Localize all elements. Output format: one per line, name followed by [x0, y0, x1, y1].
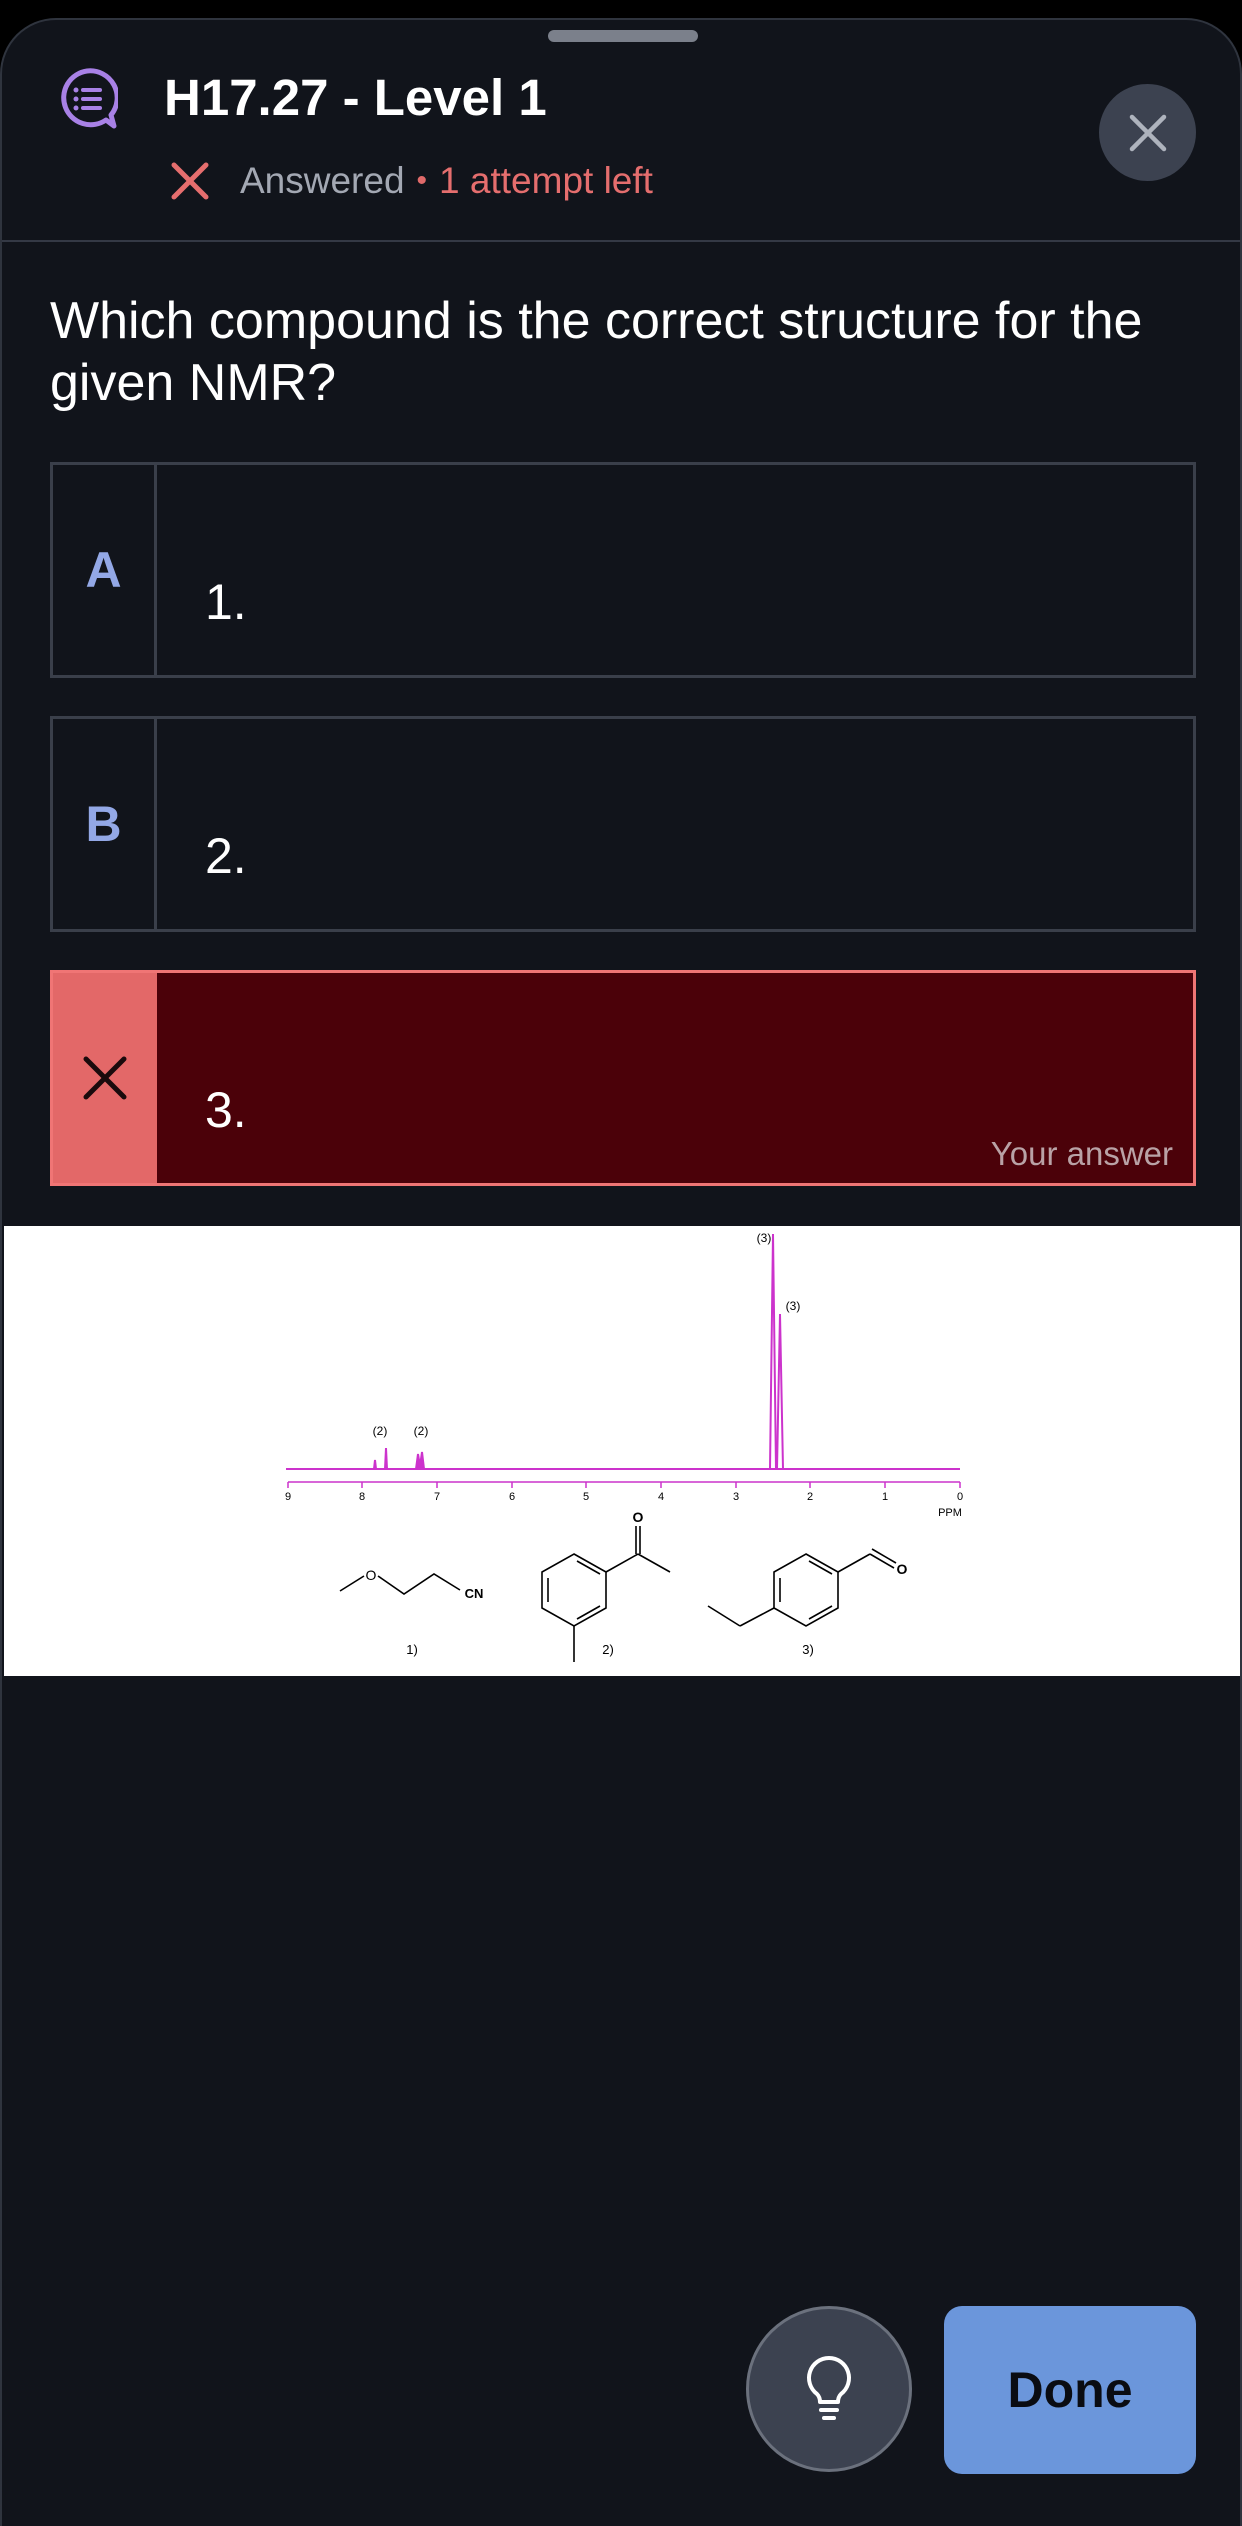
status-separator: •	[416, 164, 428, 197]
x-mark-icon	[83, 1056, 127, 1100]
nmr-spectrum-figure: (2) (2) (3) (3) 9 8 7 6 5 4 3 2 1 0 PPM	[4, 1226, 1240, 1676]
lightbulb-icon	[807, 2356, 851, 2420]
x-tick-label: 0	[957, 1491, 963, 1503]
option-text: 2.	[205, 828, 247, 884]
structure-1	[339, 1573, 461, 1595]
x-tick-label: 5	[583, 1491, 589, 1503]
quiz-chat-icon	[61, 68, 118, 129]
structure-3	[707, 1548, 897, 1627]
peak	[384, 1447, 388, 1470]
sheet-header: H17.27 - Level 1 Answered • 1 attempt le…	[2, 20, 1240, 242]
option-text: 3.	[205, 1082, 247, 1138]
option-text: 1.	[205, 574, 247, 630]
peak-label: (2)	[414, 1424, 429, 1438]
structure-label: 2)	[602, 1642, 614, 1657]
option-c-selected-wrong[interactable]: 3. Your answer	[50, 970, 1196, 1186]
x-tick-label: 3	[733, 1491, 739, 1503]
answer-status: Answered • 1 attempt left	[170, 156, 653, 206]
page-title: H17.27 - Level 1	[164, 69, 547, 126]
question-text: Which compound is the correct structure …	[50, 292, 1143, 412]
option-a[interactable]: A 1.	[50, 462, 1196, 678]
option-letter: A	[53, 465, 157, 675]
option-letter: B	[53, 719, 157, 929]
attempts-left-label: 1 attempt left	[439, 160, 653, 201]
close-icon	[1129, 114, 1166, 151]
x-tick-label: 7	[434, 1491, 440, 1503]
peak	[776, 1313, 784, 1470]
x-mark-icon	[171, 162, 209, 200]
x-tick-label: 4	[658, 1491, 664, 1503]
structure-label: 3)	[802, 1642, 814, 1657]
peak	[373, 1459, 377, 1470]
oxygen-label: O	[897, 1561, 908, 1577]
x-tick-label: 1	[882, 1491, 888, 1503]
x-tick-label: 6	[509, 1491, 515, 1503]
x-tick-label: 9	[285, 1491, 291, 1503]
question-sheet: H17.27 - Level 1 Answered • 1 attempt le…	[0, 18, 1242, 2526]
close-button[interactable]	[1099, 84, 1196, 181]
option-b[interactable]: B 2.	[50, 716, 1196, 932]
hint-button[interactable]	[746, 2306, 912, 2472]
structure-label: 1)	[406, 1642, 418, 1657]
x-axis-ticks	[287, 1482, 961, 1488]
x-tick-label: 2	[807, 1491, 813, 1503]
x-tick-label: 8	[359, 1491, 365, 1503]
done-button[interactable]: Done	[944, 2306, 1196, 2474]
your-answer-badge: Your answer	[990, 1135, 1173, 1172]
peak	[415, 1451, 425, 1470]
wrong-answer-marker	[53, 973, 157, 1183]
oxygen-label: O	[633, 1509, 644, 1525]
nitrile-label: CN	[465, 1586, 484, 1601]
peak-label: (3)	[757, 1231, 772, 1245]
peak	[769, 1233, 777, 1470]
peak-label: (2)	[373, 1424, 388, 1438]
answered-label: Answered	[240, 160, 405, 201]
peak-label: (3)	[786, 1299, 801, 1313]
x-axis-unit: PPM	[938, 1507, 962, 1519]
oxygen-label: O	[366, 1567, 377, 1583]
